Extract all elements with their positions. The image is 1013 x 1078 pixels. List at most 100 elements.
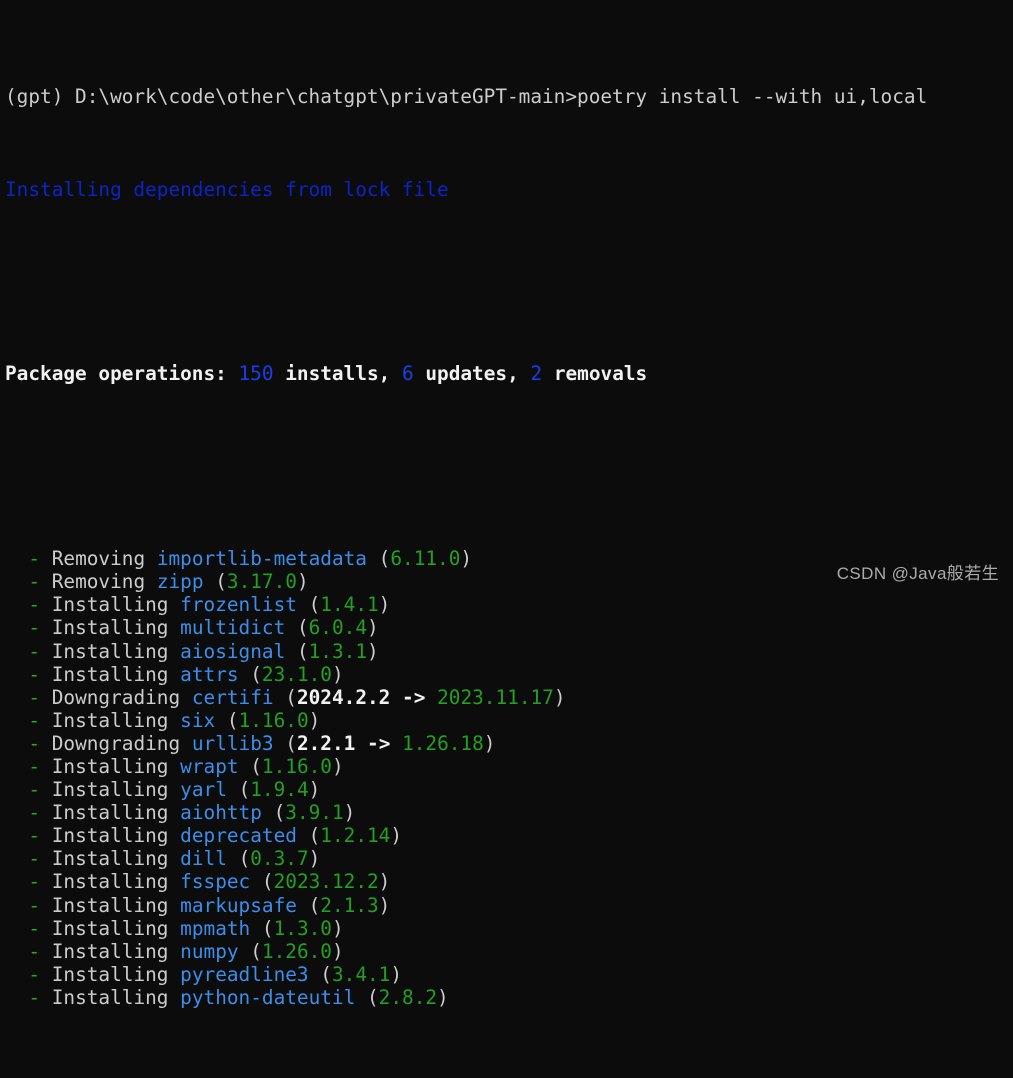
summary-label: Package operations:: [5, 362, 227, 386]
package-name: importlib-metadata: [156, 547, 367, 571]
paren-close: ): [308, 708, 321, 732]
operation-line: - Installing wrapt (1.16.0): [5, 755, 1008, 778]
bullet-dash-icon: -: [28, 847, 41, 871]
installs-count: 150: [238, 362, 274, 386]
paren-close: ): [437, 985, 449, 1009]
bullet-dash-icon: -: [28, 893, 41, 917]
operation-action: Downgrading: [51, 731, 181, 755]
status-line: Installing dependencies from lock file: [5, 178, 1008, 201]
operation-line: - Installing python-dateutil (2.8.2): [5, 986, 1008, 1009]
bullet-dash-icon: -: [28, 801, 41, 825]
operation-action: Installing: [51, 662, 169, 686]
prompt-line: (gpt) D:\work\code\other\chatgpt\private…: [5, 85, 1008, 108]
operation-action: Installing: [51, 870, 169, 894]
operation-line: - Downgrading certifi (2024.2.2 -> 2023.…: [5, 686, 1008, 709]
updates-word: updates,: [425, 362, 519, 386]
paren-open: (: [296, 616, 309, 640]
terminal-output[interactable]: (gpt) D:\work\code\other\chatgpt\private…: [5, 16, 1008, 1078]
version-to: 6.0.4: [308, 616, 367, 640]
operation-line: - Installing aiosignal (1.3.1): [5, 640, 1008, 663]
terminal-window[interactable]: (gpt) D:\work\code\other\chatgpt\private…: [0, 0, 1013, 1009]
operation-line: - Installing deprecated (1.2.14): [5, 824, 1008, 847]
bullet-dash-icon: -: [28, 639, 41, 663]
bullet-dash-icon: -: [28, 616, 41, 640]
bullet-dash-icon: -: [28, 778, 41, 802]
paren-close: ): [460, 547, 473, 571]
operation-action: Installing: [51, 708, 169, 732]
package-name: zipp: [156, 570, 204, 594]
paren-close: ): [308, 778, 321, 802]
paren-close: ): [308, 847, 321, 871]
package-name: deprecated: [180, 824, 297, 848]
paren-open: (: [215, 570, 227, 594]
package-name: six: [180, 708, 216, 732]
installs-word: installs,: [285, 362, 391, 386]
bullet-dash-icon: -: [28, 662, 41, 686]
bullet-dash-icon: -: [28, 593, 41, 617]
paren-close: ): [390, 962, 403, 986]
paren-open: (: [308, 893, 321, 917]
version-from: 2024.2.2: [296, 685, 391, 709]
bullet-dash-icon: -: [28, 547, 41, 571]
operation-line: - Installing pyreadline3 (3.4.1): [5, 963, 1008, 986]
operation-line: - Installing fsspec (2023.12.2): [5, 870, 1008, 893]
package-name: attrs: [180, 662, 239, 686]
package-name: python-dateutil: [180, 985, 356, 1009]
watermark: CSDN @Java般若生: [836, 564, 999, 583]
operation-line: - Installing mpmath (1.3.0): [5, 917, 1008, 940]
version-to: 23.1.0: [261, 662, 332, 686]
bullet-dash-icon: -: [28, 685, 41, 709]
operation-action: Removing: [51, 570, 146, 594]
version-to: 1.26.0: [261, 939, 332, 963]
paren-open: (: [226, 708, 239, 732]
operation-line: - Downgrading urllib3 (2.2.1 -> 1.26.18): [5, 732, 1008, 755]
operation-action: Installing: [51, 616, 169, 640]
paren-close: ): [553, 685, 566, 709]
bullet-dash-icon: -: [28, 570, 41, 594]
paren-open: (: [285, 685, 297, 709]
version-to: 3.9.1: [285, 801, 344, 825]
version-to: 1.9.4: [250, 778, 309, 802]
version-to: 1.16.0: [238, 708, 309, 732]
paren-close: ): [367, 616, 379, 640]
package-name: markupsafe: [180, 893, 297, 917]
bullet-dash-icon: -: [28, 731, 41, 755]
version-to: 2023.12.2: [273, 870, 379, 894]
paren-close: ): [343, 801, 356, 825]
paren-open: (: [308, 824, 321, 848]
version-to: 1.2.14: [320, 824, 391, 848]
operation-action: Installing: [51, 801, 169, 825]
version-to: 0.3.7: [250, 847, 309, 871]
version-to: 1.3.0: [273, 916, 332, 940]
operation-action: Downgrading: [51, 685, 181, 709]
paren-close: ): [378, 893, 391, 917]
version-to: 1.16.0: [261, 755, 332, 778]
package-name: fsspec: [180, 870, 251, 894]
version-arrow-icon: ->: [367, 731, 391, 755]
package-name: pyreadline3: [180, 962, 309, 986]
paren-open: (: [296, 639, 309, 663]
package-name: mpmath: [180, 916, 251, 940]
package-name: urllib3: [191, 731, 274, 755]
paren-open: (: [261, 870, 274, 894]
version-from: 2.2.1: [296, 731, 356, 755]
bullet-dash-icon: -: [28, 985, 41, 1009]
operation-action: Installing: [51, 593, 169, 617]
operation-action: Installing: [51, 962, 169, 986]
paren-close: ): [378, 593, 391, 617]
updates-count: 6: [401, 362, 414, 386]
